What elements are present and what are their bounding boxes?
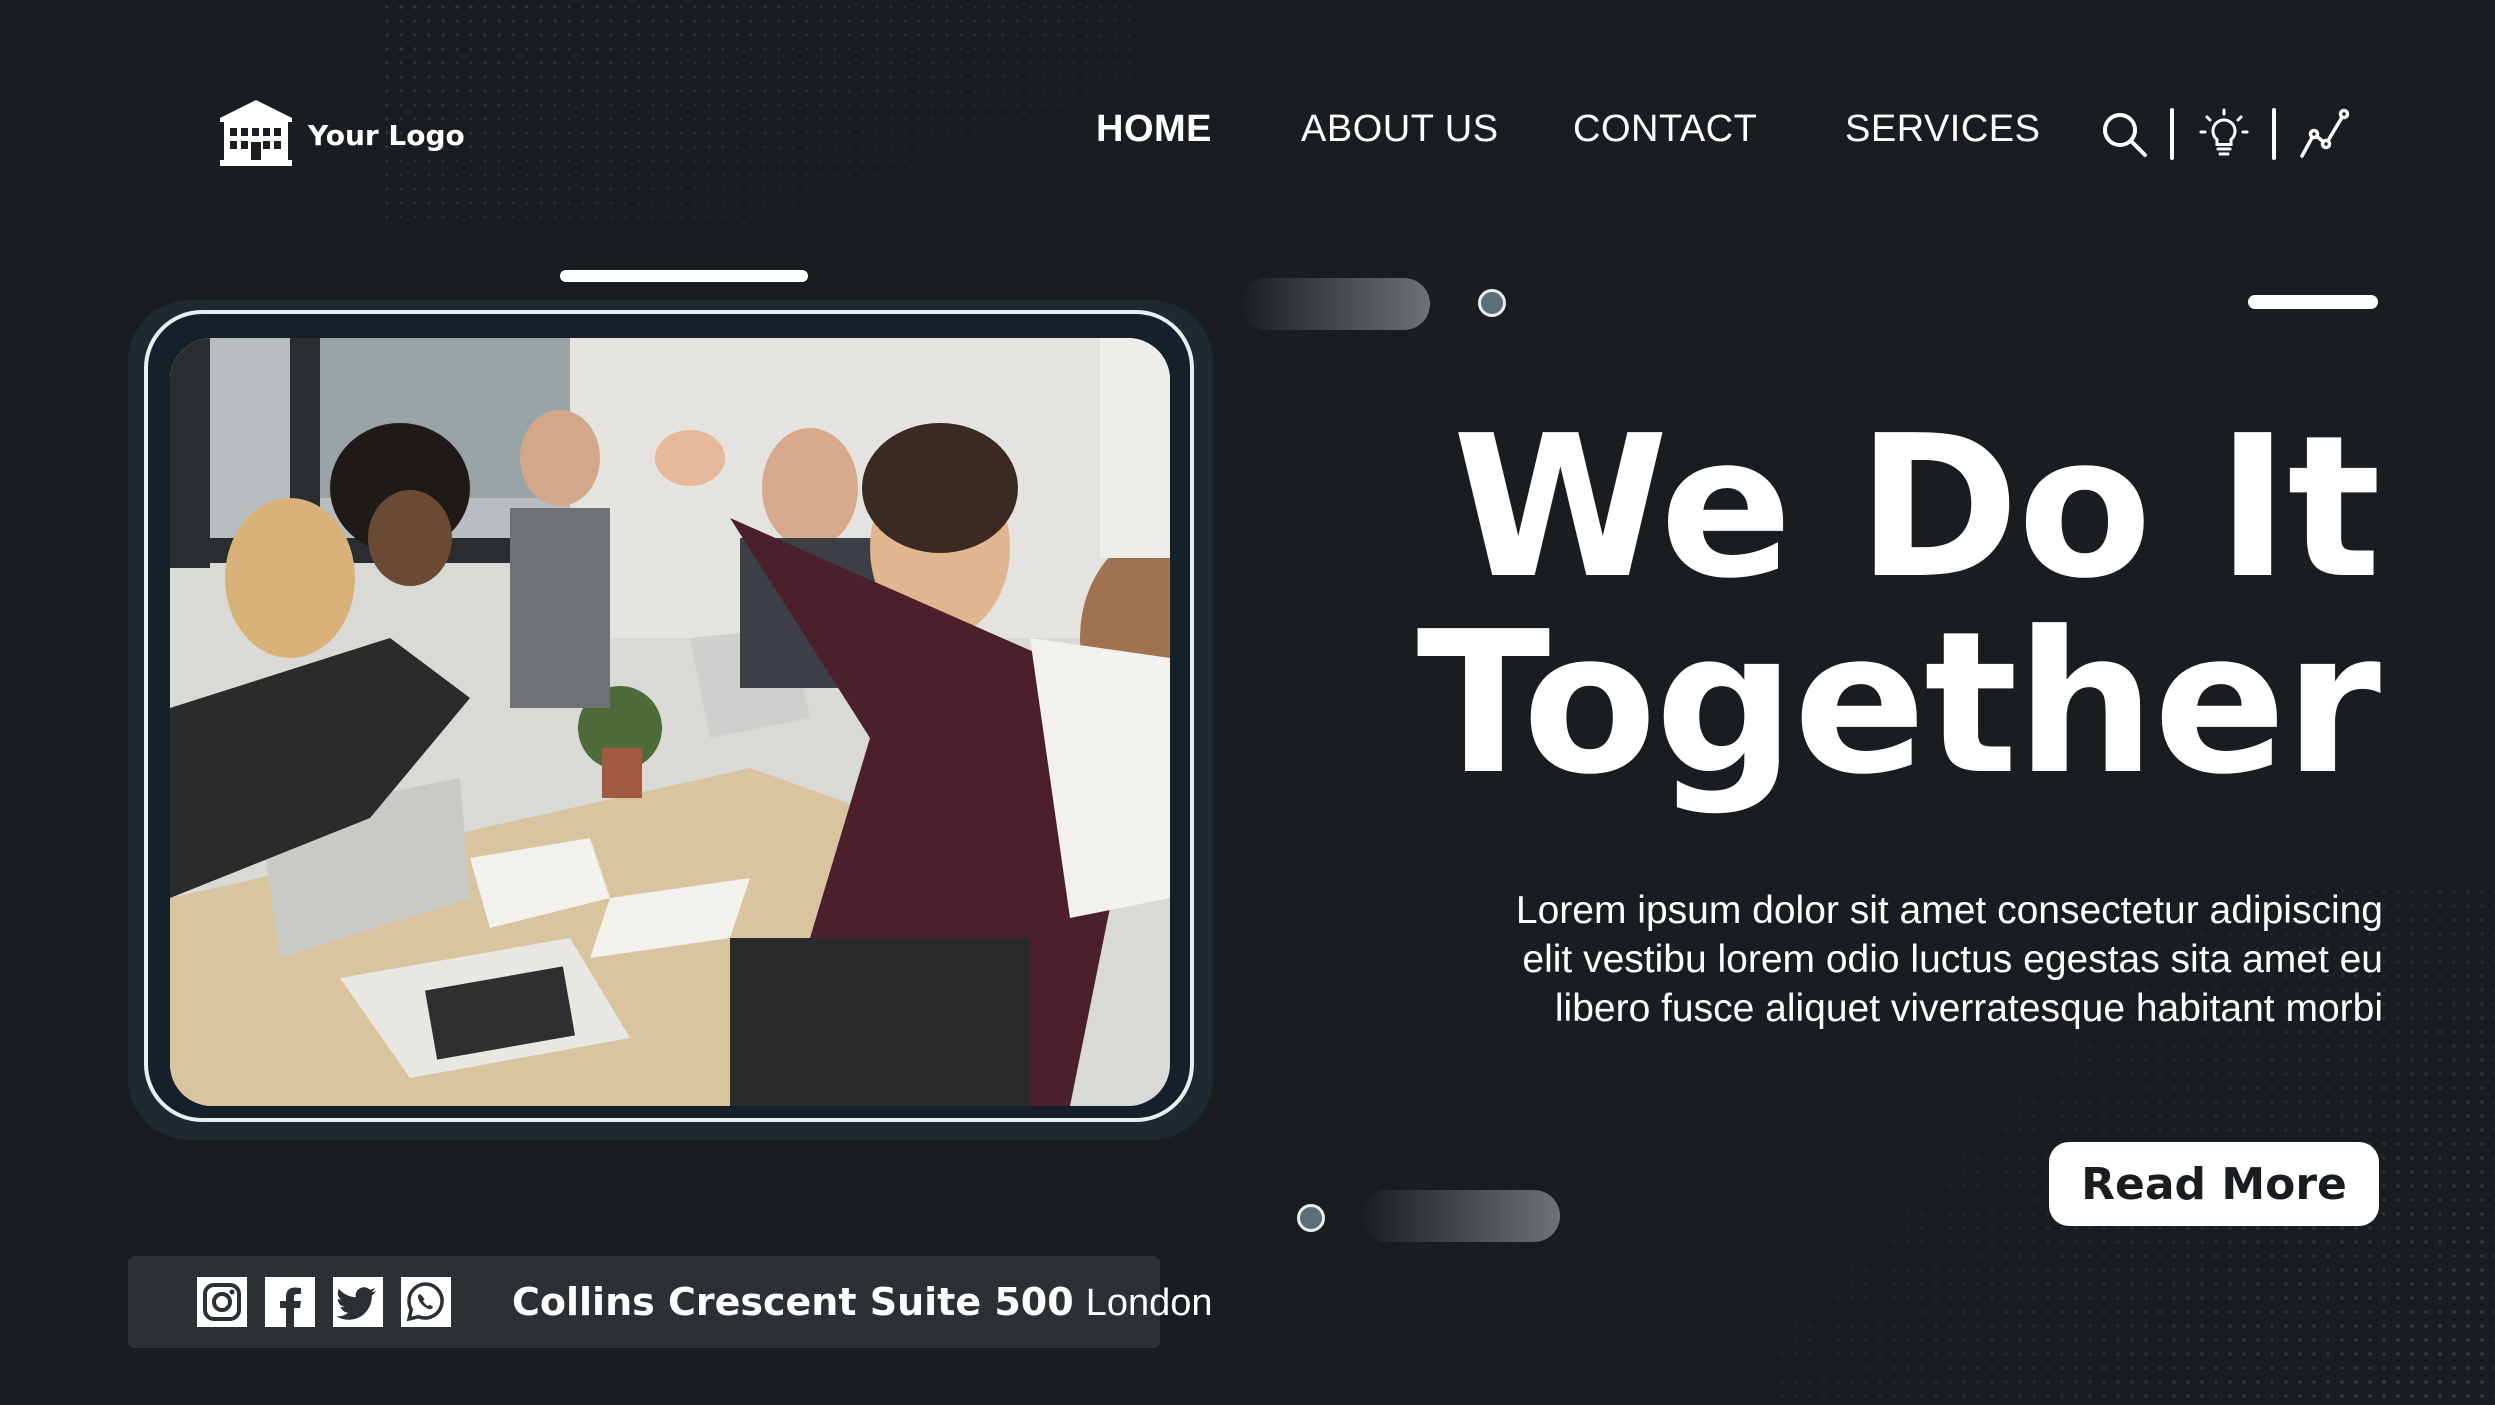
nav-about-us[interactable]: ABOUT US <box>1301 108 1499 151</box>
logo-text: Your Logo <box>308 118 465 152</box>
hero-description-line: Lorem ipsum dolor sit amet consectetur a… <box>1515 889 2383 932</box>
instagram-icon[interactable] <box>196 1276 248 1328</box>
nav-services[interactable]: SERVICES <box>1845 108 2040 151</box>
decor-bar <box>2248 295 2378 309</box>
decor-dot <box>1297 1204 1325 1232</box>
address-city: London <box>1085 1281 1213 1324</box>
chart-line-icon[interactable] <box>2298 108 2350 160</box>
decor-pill <box>1240 278 1430 330</box>
address-text: Collins Crescent Suite 500 London <box>512 1280 1213 1325</box>
facebook-icon[interactable] <box>264 1276 316 1328</box>
twitter-icon[interactable] <box>332 1276 384 1328</box>
nav-separator <box>2272 108 2276 160</box>
dot-pattern-top <box>380 0 1140 230</box>
hero-title-line: We Do It <box>1452 394 2381 622</box>
search-icon[interactable] <box>2098 108 2150 160</box>
address-street: Collins Crescent Suite 500 <box>512 1279 1074 1324</box>
nav-contact[interactable]: CONTACT <box>1573 108 1757 151</box>
social-contact-strip: Collins Crescent Suite 500 London <box>128 1256 1213 1348</box>
hero-title: We Do It Together <box>1416 394 2381 818</box>
decor-dot <box>1478 289 1506 317</box>
decor-bar <box>560 270 808 282</box>
hero-description-line: libero fusce aliquet viverratesque habit… <box>1554 987 2383 1030</box>
whatsapp-icon[interactable] <box>400 1276 452 1328</box>
decor-pill <box>1360 1190 1560 1242</box>
team-photo <box>170 338 1170 1106</box>
hero-description: Lorem ipsum dolor sit amet consectetur a… <box>1403 886 2383 1033</box>
nav-separator <box>2170 108 2174 160</box>
nav-home[interactable]: HOME <box>1096 108 1212 151</box>
hero-title-line: Together <box>1416 590 2381 818</box>
building-icon <box>218 98 294 172</box>
hero-description-line: elit vestibu lorem odio luctus egestas s… <box>1522 938 2383 981</box>
read-more-button[interactable]: Read More <box>2049 1142 2379 1226</box>
lightbulb-icon[interactable] <box>2198 108 2250 160</box>
logo[interactable]: Your Logo <box>218 98 465 172</box>
